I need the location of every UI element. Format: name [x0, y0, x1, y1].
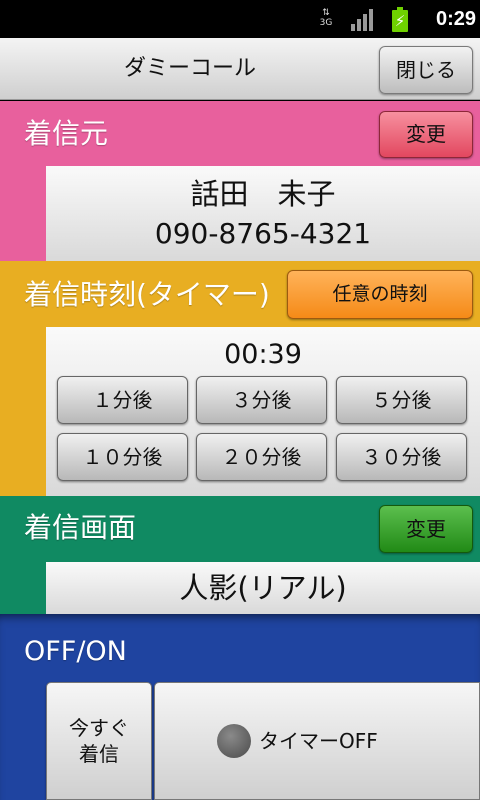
timer-5min-button[interactable]: ５分後	[336, 376, 467, 424]
status-time: 0:29	[435, 8, 476, 30]
any-time-button[interactable]: 任意の時刻	[287, 270, 473, 319]
screen-value: 人影(リアル)	[179, 571, 347, 605]
network-3g-icon: ⇅ 3G	[319, 8, 333, 28]
caller-number: 090-8765-4321	[154, 217, 372, 250]
battery-charging-icon: ⚡	[392, 7, 408, 32]
offon-section-title: OFF/ON	[24, 636, 127, 667]
caller-section-title: 着信元	[24, 117, 109, 150]
timer-20min-button[interactable]: ２０分後	[196, 433, 327, 481]
timer-toggle-label: タイマーOFF	[259, 729, 378, 753]
caller-name: 話田 未子	[190, 177, 336, 211]
status-bar: ⇅ 3G ⚡ 0:29	[0, 0, 480, 38]
close-button[interactable]: 閉じる	[379, 46, 473, 94]
page-title: ダミーコール	[123, 56, 256, 81]
signal-icon	[351, 9, 375, 31]
toggle-indicator-icon	[217, 724, 251, 758]
timer-section-title: 着信時刻(タイマー)	[24, 278, 270, 311]
timer-3min-button[interactable]: ３分後	[196, 376, 327, 424]
call-now-label-line1: 今すぐ	[69, 716, 129, 740]
screen-panel: 人影(リアル)	[46, 562, 480, 614]
timer-10min-button[interactable]: １０分後	[57, 433, 188, 481]
call-now-label-line2: 着信	[79, 742, 119, 766]
timer-1min-button[interactable]: １分後	[57, 376, 188, 424]
timer-value: 00:39	[224, 339, 302, 370]
call-now-button[interactable]: 今すぐ 着信	[46, 682, 152, 800]
screen-section-title: 着信画面	[24, 511, 137, 544]
change-screen-button[interactable]: 変更	[379, 505, 473, 553]
timer-toggle-button[interactable]: タイマーOFF	[154, 682, 480, 800]
change-caller-button[interactable]: 変更	[379, 111, 473, 158]
caller-panel: 話田 未子 090-8765-4321	[46, 166, 480, 261]
timer-30min-button[interactable]: ３０分後	[336, 433, 467, 481]
